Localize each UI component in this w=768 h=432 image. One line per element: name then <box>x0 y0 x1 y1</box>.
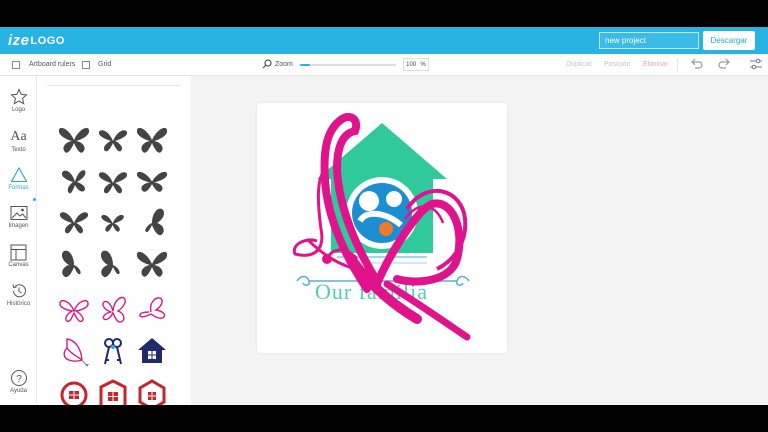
duplicate-button[interactable]: Duplicar <box>566 61 592 68</box>
shape-house-square[interactable] <box>96 377 130 405</box>
artboard[interactable]: Our familia <box>257 103 507 353</box>
text-icon: Aa <box>10 129 27 144</box>
nav-item-logo[interactable]: Logo <box>0 88 37 124</box>
toolbar-divider <box>677 58 678 72</box>
zoom-slider[interactable] <box>300 64 396 66</box>
shape-butterfly-9[interactable] <box>135 205 169 239</box>
nav-item-history[interactable]: Histórico <box>0 282 37 318</box>
shape-butterfly-6[interactable] <box>135 165 169 199</box>
shape-butterfly-2[interactable] <box>96 123 130 157</box>
nav-label-logo: Logo <box>11 107 26 113</box>
canvas-area: Our familia <box>191 76 768 405</box>
zoom-value-field[interactable]: 100 % <box>403 58 429 71</box>
svg-text:?: ? <box>16 374 22 385</box>
artboard-rulers-checkbox[interactable] <box>12 61 20 69</box>
image-icon <box>9 204 29 222</box>
left-navigation: Logo Aa Texto Formas Imagen Canvas Histó… <box>0 76 37 405</box>
grid-checkbox[interactable] <box>82 61 90 69</box>
star-icon <box>9 88 29 106</box>
redo-icon[interactable] <box>718 57 732 74</box>
shape-butterfly-pink[interactable] <box>57 334 91 368</box>
shape-keys[interactable] <box>96 334 130 368</box>
nav-label-shapes: Formas <box>8 185 29 191</box>
nav-label-image: Imagen <box>8 223 29 229</box>
nav-item-text[interactable]: Aa Texto <box>0 128 37 164</box>
shape-house-navy[interactable] <box>135 334 169 368</box>
shape-butterfly-7[interactable] <box>57 205 91 239</box>
shape-butterfly-11[interactable] <box>96 247 130 281</box>
download-button[interactable]: Descargar <box>703 31 755 50</box>
shape-butterfly-4[interactable] <box>57 165 91 199</box>
layout-icon <box>9 243 29 261</box>
shape-butterfly-1[interactable] <box>57 123 91 157</box>
settings-sliders-icon[interactable] <box>749 57 763 74</box>
shape-butterfly-outline-1[interactable] <box>57 293 91 327</box>
shape-butterfly-outline-2[interactable] <box>96 293 130 327</box>
artboard-rulers-label: Artboard rulers <box>29 61 76 68</box>
nav-label-help: Ayuda <box>10 388 27 394</box>
zoom-unit: % <box>420 61 426 68</box>
shape-butterfly-12[interactable] <box>135 247 169 281</box>
nav-label-history: Histórico <box>6 301 31 307</box>
help-icon: ? <box>9 369 29 387</box>
app-logo[interactable]: ize LOGO <box>8 32 65 49</box>
shape-house-hexagon[interactable] <box>135 377 169 405</box>
butterfly-overlay[interactable] <box>287 109 477 349</box>
panel-divider <box>47 85 181 86</box>
logo-prefix: ize <box>8 32 30 49</box>
project-name-input[interactable] <box>599 32 699 49</box>
zoom-slider-fill <box>300 64 310 66</box>
zoom-value: 100 <box>406 61 417 68</box>
toolbar: Artboard rulers Grid Zoom 100 % Duplicar… <box>0 54 768 76</box>
logo-suffix: LOGO <box>30 34 65 47</box>
shape-butterfly-3[interactable] <box>135 123 169 157</box>
grid-label: Grid <box>98 61 112 68</box>
shape-butterfly-outline-3[interactable] <box>135 293 169 327</box>
nav-label-canvas: Canvas <box>8 262 29 268</box>
active-indicator <box>33 198 36 201</box>
nav-item-image[interactable]: Imagen <box>0 204 37 240</box>
search-icon <box>262 59 272 71</box>
app-window: ize LOGO Descargar Artboard rulers Grid … <box>0 27 768 405</box>
delete-button[interactable]: Eliminar <box>643 61 668 68</box>
nav-label-text: Texto <box>11 147 26 153</box>
zoom-label: Zoom <box>275 61 293 68</box>
undo-icon[interactable] <box>689 57 703 74</box>
history-icon <box>9 282 29 300</box>
position-button[interactable]: Posición <box>604 61 630 68</box>
triangle-icon <box>9 166 29 184</box>
nav-item-shapes[interactable]: Formas <box>0 166 37 202</box>
shape-butterfly-5[interactable] <box>96 165 130 199</box>
shape-house-circle[interactable] <box>57 377 91 405</box>
app-header: ize LOGO Descargar <box>0 27 768 54</box>
shape-butterfly-10[interactable] <box>57 247 91 281</box>
nav-item-help[interactable]: ? Ayuda <box>0 369 37 405</box>
nav-item-canvas[interactable]: Canvas <box>0 243 37 279</box>
shapes-panel <box>37 76 191 405</box>
shape-butterfly-8[interactable] <box>96 205 130 239</box>
